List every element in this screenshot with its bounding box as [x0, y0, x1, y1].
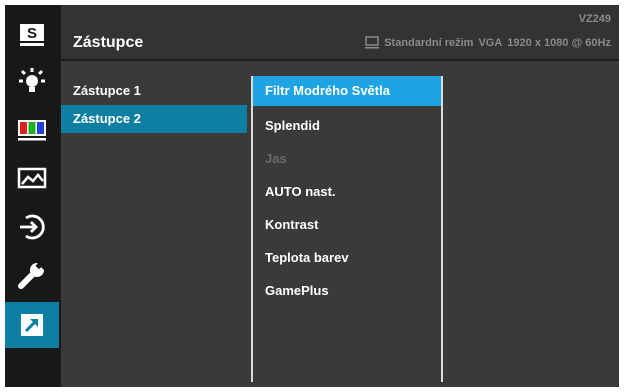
input-text: VGA	[478, 36, 503, 49]
splendid-s-icon[interactable]: S	[11, 15, 53, 55]
option-splendid[interactable]: Splendid	[253, 109, 441, 142]
system-setup-wrench-icon[interactable]	[11, 255, 53, 295]
option-brightness: Jas	[265, 151, 287, 166]
shortcut-list: Zástupce 1 Zástupce 2	[61, 77, 247, 133]
blue-light-filter-icon[interactable]	[11, 63, 53, 103]
svg-text:S: S	[27, 25, 37, 42]
option-blue-light-filter[interactable]: Filtr Modrého Světla	[253, 76, 441, 106]
osd-menu: S Zástupce VZ249 Standardní režim VGA 19…	[5, 5, 619, 387]
model-name: VZ249	[578, 13, 611, 25]
input-select-icon[interactable]	[11, 207, 53, 247]
page-title: Zástupce	[73, 34, 144, 51]
image-icon[interactable]	[11, 159, 53, 199]
option-auto-adjust[interactable]: AUTO nast.	[253, 175, 441, 208]
color-icon[interactable]	[11, 110, 53, 150]
menu-item-shortcut-1[interactable]: Zástupce 1	[61, 77, 247, 105]
shortcut-icon[interactable]	[5, 302, 59, 348]
menu-item-shortcut-2[interactable]: Zástupce 2	[61, 105, 247, 133]
resolution-text: 1920 x 1080 @ 60Hz	[507, 36, 611, 49]
status-line: Standardní režim VGA 1920 x 1080 @ 60Hz	[365, 36, 611, 49]
option-contrast[interactable]: Kontrast	[253, 208, 441, 241]
mode-text: Standardní režim	[384, 36, 474, 49]
option-gameplus[interactable]: GamePlus	[253, 274, 441, 307]
header-bar: Zástupce VZ249 Standardní režim VGA 1920…	[61, 5, 619, 61]
function-list: Filtr Modrého Světla Splendid Jas AUTO n…	[251, 76, 443, 382]
option-color-temp[interactable]: Teplota barev	[253, 241, 441, 274]
main-panel: Zástupce VZ249 Standardní režim VGA 1920…	[61, 5, 619, 387]
monitor-icon	[365, 36, 380, 49]
icon-sidebar: S	[5, 5, 59, 387]
